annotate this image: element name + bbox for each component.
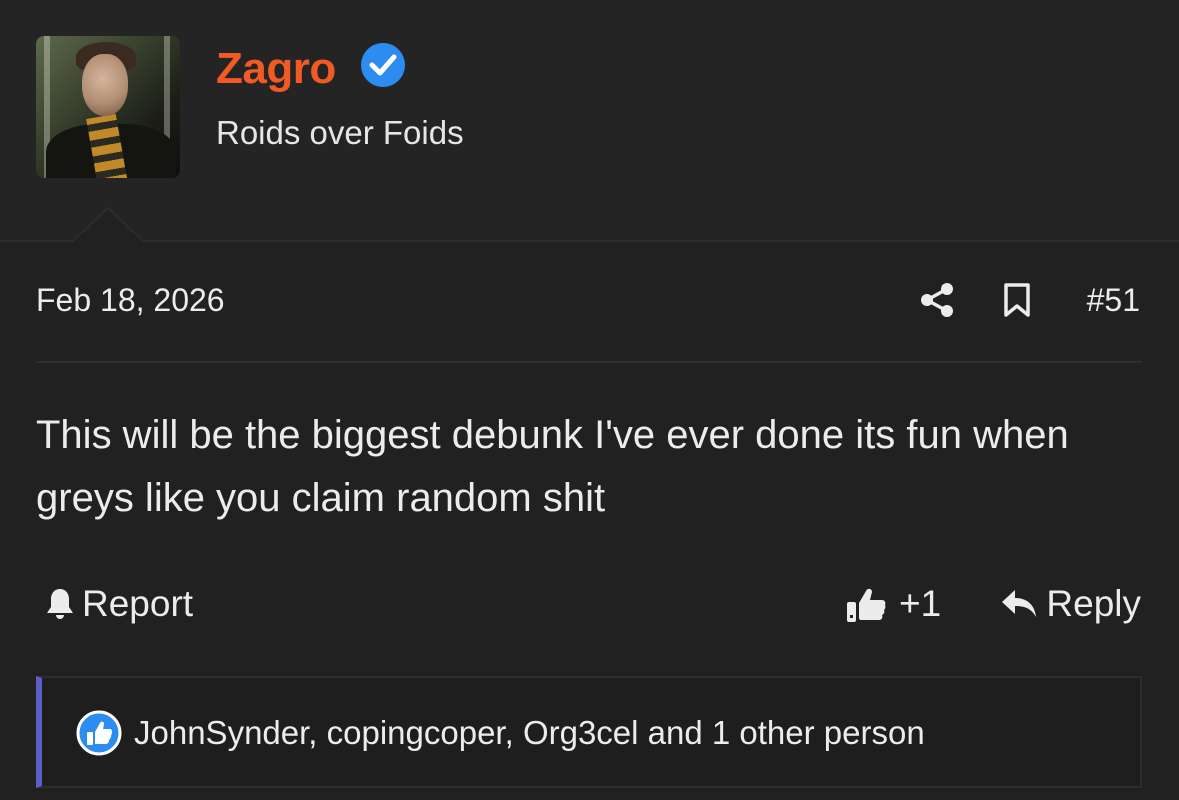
reaction-like-icon xyxy=(76,710,122,756)
post-number[interactable]: #51 xyxy=(1087,282,1140,319)
user-title: Roids over Foids xyxy=(216,114,464,151)
reply-icon xyxy=(1002,590,1037,617)
post-date[interactable]: Feb 18, 2026 xyxy=(36,282,225,319)
thumbs-up-icon xyxy=(847,588,886,622)
post-body: This will be the biggest debunk I've eve… xyxy=(36,413,1069,520)
report-button[interactable]: Report xyxy=(44,582,193,626)
avatar[interactable] xyxy=(36,36,180,178)
reactions-bar[interactable]: JohnSynder, copingcoper, Org3cel and 1 o… xyxy=(36,676,1142,788)
like-count: +1 xyxy=(899,583,942,624)
reply-button[interactable]: Reply xyxy=(1000,582,1141,626)
divider xyxy=(36,361,1142,363)
username[interactable]: Zagro xyxy=(216,44,336,94)
reactions-text[interactable]: JohnSynder, copingcoper, Org3cel and 1 o… xyxy=(134,714,925,752)
post-meta: Feb 18, 2026 #51 xyxy=(36,282,1142,322)
user-header: Zagro Roids over Foids xyxy=(0,0,1179,242)
verified-icon xyxy=(361,43,405,87)
avatar-face xyxy=(82,54,128,116)
bell-icon xyxy=(47,589,73,619)
reply-label: Reply xyxy=(1046,583,1141,624)
caret-icon xyxy=(72,206,144,242)
bookmark-icon[interactable] xyxy=(1002,282,1032,318)
report-label: Report xyxy=(82,583,194,624)
share-icon[interactable] xyxy=(919,282,955,318)
like-button[interactable]: +1 xyxy=(845,582,941,626)
